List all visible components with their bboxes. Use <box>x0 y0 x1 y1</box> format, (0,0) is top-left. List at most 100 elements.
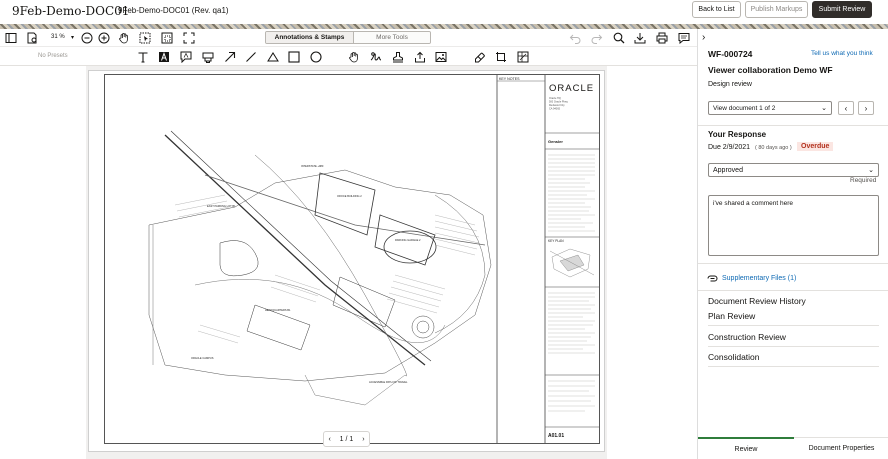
attachment-icon <box>707 274 718 285</box>
undo-icon[interactable] <box>569 32 581 44</box>
zoom-level[interactable]: 31 % <box>51 34 65 40</box>
chevron-right-icon: › <box>864 103 868 113</box>
site-plan-drawing: KEY NOTES ORACLE Oracle HQ 500 Oracle Pk… <box>148 75 599 443</box>
document-viewer[interactable]: KEY NOTES ORACLE Oracle HQ 500 Oracle Pk… <box>0 66 697 459</box>
image-tool-icon[interactable] <box>435 51 447 63</box>
response-heading: Your Response <box>708 130 767 139</box>
hand-tool-icon[interactable] <box>348 51 360 63</box>
zoom-unit: % <box>59 34 65 40</box>
viewer-right-gutter <box>607 66 697 459</box>
download-icon[interactable] <box>634 32 646 44</box>
area-select-icon[interactable] <box>161 32 173 44</box>
plan-label: HEADQUARTERS B1 <box>265 308 291 312</box>
view-document-select[interactable]: View document 1 of 2 ⌄ <box>708 101 832 115</box>
drawing-sheet: KEY NOTES ORACLE Oracle HQ 500 Oracle Pk… <box>104 74 600 444</box>
line-tool-icon[interactable] <box>245 51 257 63</box>
view-document-value: View document 1 of 2 <box>713 104 776 112</box>
viewer-toolbar: 31 % ▾ Annotations & Stamps More Tools <box>0 29 697 47</box>
zoom-in-icon[interactable] <box>98 32 110 44</box>
search-icon[interactable] <box>613 32 625 44</box>
redo-icon[interactable] <box>591 32 603 44</box>
page-separator: / <box>345 435 348 443</box>
tab-annotations-stamps[interactable]: Annotations & Stamps <box>266 32 354 43</box>
tab-document-properties[interactable]: Document Properties <box>794 437 888 459</box>
page-settings-icon[interactable] <box>26 32 38 44</box>
page-indicator[interactable]: 1 / 1 <box>340 436 354 443</box>
collapse-panel-icon[interactable]: › <box>702 32 705 43</box>
history-item-construction-review[interactable]: Construction Review <box>708 332 786 342</box>
total-pages: 1 <box>349 435 354 443</box>
address-line: CA 94065 <box>549 108 561 111</box>
review-history-heading: Document Review History <box>708 296 806 306</box>
due-date: Due 2/9/2021 <box>708 144 751 151</box>
submit-review-button[interactable]: Submit Review <box>812 1 872 18</box>
divider <box>698 125 888 126</box>
document-title: 9Feb-Demo-DOC01 <box>12 4 130 18</box>
divider <box>708 366 879 367</box>
document-page[interactable]: KEY NOTES ORACLE Oracle HQ 500 Oracle Pk… <box>88 70 605 452</box>
stamp-icon[interactable] <box>202 51 214 63</box>
divider <box>698 263 888 264</box>
tab-more-tools[interactable]: More Tools <box>354 32 430 43</box>
callout-icon[interactable] <box>180 51 192 63</box>
previous-document-button[interactable]: ‹ <box>838 101 854 115</box>
chevron-left-icon: ‹ <box>844 103 848 113</box>
previous-page-icon[interactable]: ‹ <box>328 436 330 443</box>
pan-hand-icon[interactable] <box>118 32 130 44</box>
measure-icon[interactable] <box>495 51 507 63</box>
plan-label: OFFICE BUILDING 2 <box>337 194 362 198</box>
plan-label: ACCESSIBLE PATH OF TRAVEL <box>369 380 408 384</box>
viewer-left-gutter <box>0 66 86 459</box>
tab-review[interactable]: Review <box>698 437 794 459</box>
fit-screen-icon[interactable] <box>183 32 195 44</box>
architect-firm: Gensler <box>548 139 563 144</box>
arrow-tool-icon[interactable] <box>224 51 236 63</box>
plan-label: PARKING GARAGE 2 <box>395 238 421 242</box>
days-ago: ( 80 days ago ) <box>755 145 792 151</box>
signature-icon[interactable] <box>370 51 382 63</box>
zoom-dropdown-icon[interactable]: ▾ <box>71 34 74 41</box>
history-item-plan-review[interactable]: Plan Review <box>708 311 755 321</box>
upload-stamp-icon[interactable] <box>414 51 426 63</box>
divider <box>708 346 879 347</box>
response-status-value: Approved <box>713 166 743 174</box>
markup-toolbar: No Presets <box>0 47 697 66</box>
key-plan-label: KEY PLAN <box>548 239 564 243</box>
next-page-icon[interactable]: › <box>362 436 364 443</box>
history-item-consolidation[interactable]: Consolidation <box>708 352 760 362</box>
rectangle-tool-icon[interactable] <box>288 51 300 63</box>
zoom-out-icon[interactable] <box>81 32 93 44</box>
plan-label: EAST PARKING LOT B1 <box>207 204 236 208</box>
key-notes-label: KEY NOTES <box>499 77 520 81</box>
chevron-down-icon: ⌄ <box>821 105 827 112</box>
overdue-badge: Overdue <box>797 142 834 151</box>
plan-label: ORACLE CAMPUS <box>191 356 214 360</box>
next-document-button[interactable]: › <box>858 101 874 115</box>
toggle-thumbnails-icon[interactable] <box>5 32 17 44</box>
response-status-select[interactable]: Approved ⌄ <box>708 163 879 177</box>
print-icon[interactable] <box>656 32 668 44</box>
comments-icon[interactable] <box>678 32 690 44</box>
plan-label: INTERSTATE +980 <box>301 164 324 168</box>
feedback-link[interactable]: Tell us what you think <box>811 50 873 57</box>
back-to-list-button[interactable]: Back to List <box>692 1 741 18</box>
publish-markups-button[interactable]: Publish Markups <box>745 1 808 18</box>
compare-icon[interactable] <box>517 51 529 63</box>
supplementary-files-link[interactable]: Supplementary Files (1) <box>722 275 796 282</box>
current-page: 1 <box>339 435 344 443</box>
review-panel: › WF-000724 Tell us what you think Viewe… <box>697 29 888 459</box>
select-text-icon[interactable] <box>139 32 151 44</box>
oracle-logo: ORACLE <box>549 83 594 94</box>
text-box-icon[interactable] <box>158 51 170 63</box>
zoom-value: 31 <box>51 34 58 40</box>
workflow-name: Viewer collaboration Demo WF <box>708 65 833 75</box>
comment-textarea[interactable]: i've shared a comment here <box>708 195 879 256</box>
text-tool-icon[interactable] <box>137 51 149 63</box>
tool-tabs: Annotations & Stamps More Tools <box>265 31 431 44</box>
cloud-tool-icon[interactable] <box>267 51 279 63</box>
eraser-tool-icon[interactable] <box>474 51 486 63</box>
header-bar: 9Feb-Demo-DOC01 9Feb-Demo-DOC01 (Rev. qa… <box>0 0 888 24</box>
stamp-tool-icon[interactable] <box>392 51 404 63</box>
ellipse-tool-icon[interactable] <box>310 51 322 63</box>
workflow-step: Design review <box>708 81 752 88</box>
